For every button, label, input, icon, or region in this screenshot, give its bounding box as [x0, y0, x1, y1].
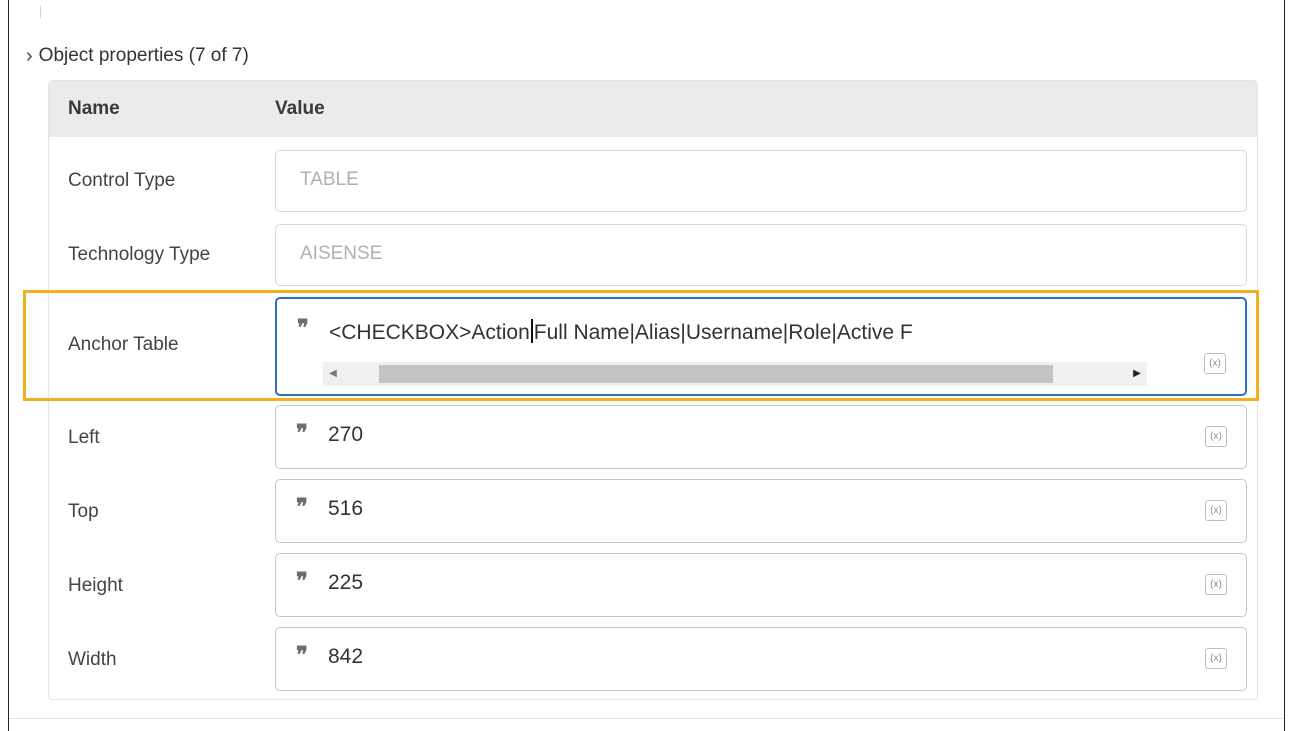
height-value[interactable]: 225: [328, 571, 363, 595]
control-type-field: TABLE: [275, 150, 1247, 212]
table-row: Top ❞ 516 (x): [49, 479, 1257, 543]
table-header: Name Value: [49, 81, 1257, 137]
variable-button[interactable]: (x): [1204, 353, 1226, 374]
chevron-right-icon: ›: [26, 45, 33, 67]
divider: [40, 6, 41, 18]
variable-button[interactable]: (x): [1205, 648, 1227, 669]
table-row: Width ❞ 842 (x): [49, 627, 1257, 691]
row-label-top: Top: [68, 501, 99, 522]
top-value[interactable]: 516: [328, 497, 363, 521]
width-value[interactable]: 842: [328, 645, 363, 669]
top-input[interactable]: ❞ 516 (x): [275, 479, 1247, 543]
quote-icon: ❞: [296, 642, 308, 668]
variable-button[interactable]: (x): [1205, 574, 1227, 595]
quote-icon: ❞: [297, 315, 309, 341]
section-title: Object properties (7 of 7): [38, 45, 249, 66]
row-label-left: Left: [68, 427, 100, 448]
scroll-left-arrow-icon[interactable]: ◀: [323, 362, 343, 386]
technology-type-value: AISENSE: [300, 243, 383, 264]
quote-icon: ❞: [296, 568, 308, 594]
column-header-name: Name: [68, 98, 120, 119]
table-row: Height ❞ 225 (x): [49, 553, 1257, 617]
row-label-width: Width: [68, 649, 117, 670]
variable-button[interactable]: (x): [1205, 500, 1227, 521]
height-input[interactable]: ❞ 225 (x): [275, 553, 1247, 617]
divider: [9, 718, 1284, 719]
variable-button[interactable]: (x): [1205, 426, 1227, 447]
table-row: Control Type TABLE: [49, 150, 1257, 212]
anchor-table-input[interactable]: ❞ <CHECKBOX>Action Full Name|Alias|Userna…: [275, 297, 1247, 396]
table-row: Anchor Table ❞ <CHECKBOX>Action Full Name…: [49, 297, 1257, 396]
scrollbar-thumb[interactable]: [379, 365, 1053, 383]
row-label-height: Height: [68, 575, 123, 596]
anchor-table-value[interactable]: <CHECKBOX>Action Full Name|Alias|Username…: [329, 319, 913, 345]
horizontal-scrollbar[interactable]: ◀ ▶: [323, 362, 1147, 386]
properties-table: Name Value Control Type TABLE Technology…: [48, 80, 1258, 700]
object-properties-toggle[interactable]: › Object properties (7 of 7): [26, 44, 249, 68]
row-label-anchor-table: Anchor Table: [68, 334, 179, 355]
width-input[interactable]: ❞ 842 (x): [275, 627, 1247, 691]
text-caret: [530, 319, 533, 343]
table-row: Technology Type AISENSE: [49, 224, 1257, 286]
column-header-value: Value: [275, 98, 325, 119]
table-row: Left ❞ 270 (x): [49, 405, 1257, 469]
left-input[interactable]: ❞ 270 (x): [275, 405, 1247, 469]
row-label-control-type: Control Type: [68, 170, 176, 191]
quote-icon: ❞: [296, 494, 308, 520]
technology-type-field: AISENSE: [275, 224, 1247, 286]
scroll-right-arrow-icon[interactable]: ▶: [1127, 362, 1147, 386]
left-value[interactable]: 270: [328, 423, 363, 447]
quote-icon: ❞: [296, 420, 308, 446]
control-type-value: TABLE: [300, 169, 359, 190]
row-label-technology-type: Technology Type: [68, 244, 211, 265]
